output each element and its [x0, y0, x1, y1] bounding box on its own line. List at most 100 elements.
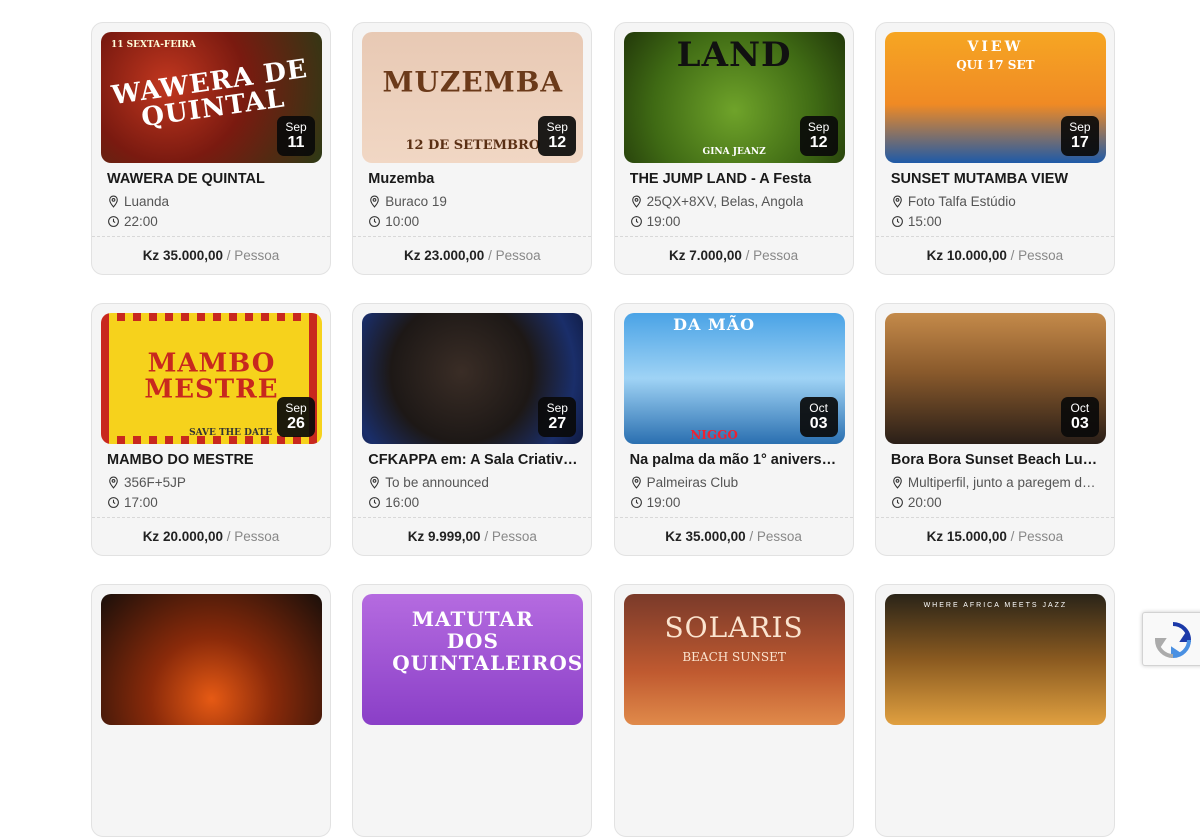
divider [353, 517, 592, 518]
event-card[interactable]: VIEW QUI 17 SET Sep 17 SUNSET MUTAMBA VI… [874, 22, 1115, 275]
divider [875, 236, 1114, 237]
price-value: Kz 15.000,00 [926, 529, 1007, 544]
location-pin-icon [631, 195, 641, 208]
event-image[interactable]: SOLARIS BEACH SUNSET [623, 594, 845, 725]
event-image[interactable]: MATUTAR DOS QUINTALEIROS [362, 594, 584, 725]
event-title[interactable]: SUNSET MUTAMBA VIEW [891, 171, 1103, 187]
event-image[interactable] [101, 594, 322, 725]
price-value: Kz 9.999,00 [407, 529, 481, 544]
events-grid: WAWERA DE QUINTAL 11 SEXTA-FEIRA Sep 11 … [91, 22, 1115, 837]
event-card[interactable]: MATUTAR DOS QUINTALEIROS [352, 584, 593, 837]
event-location: 25QX+8XV, Belas, Angola [630, 194, 842, 209]
price-value: Kz 20.000,00 [142, 529, 223, 544]
date-month: Sep [546, 401, 568, 415]
event-card[interactable]: LAND GINA JEANZ Sep 12 THE JUMP LAND - A… [613, 22, 854, 275]
date-badge: Sep 27 [538, 397, 577, 437]
event-title[interactable]: WAWERA DE QUINTAL [107, 171, 319, 187]
event-time-text: 16:00 [385, 495, 420, 510]
event-location: Luanda [107, 194, 319, 209]
event-image[interactable]: Oct 03 [884, 313, 1106, 444]
event-price: Kz 9.999,00 / Pessoa [353, 529, 591, 544]
date-month: Sep [546, 120, 568, 134]
date-badge: Oct 03 [1060, 397, 1099, 437]
event-time-text: 10:00 [385, 214, 420, 229]
event-image[interactable]: DA MÃO NIGGO Oct 03 [623, 313, 845, 444]
event-time: 15:00 [891, 214, 1103, 229]
event-location: Palmeiras Club [630, 475, 842, 490]
recaptcha-badge[interactable] [1142, 612, 1200, 666]
date-month: Oct [809, 401, 828, 415]
clock-icon [891, 497, 903, 508]
event-card[interactable]: WHERE AFRICA MEETS JAZZ [874, 584, 1115, 837]
event-art-text: DA MÃO [673, 315, 756, 334]
event-image[interactable]: WAWERA DE QUINTAL 11 SEXTA-FEIRA Sep 11 [101, 32, 322, 163]
event-card[interactable]: DA MÃO NIGGO Oct 03 Na palma da mão 1° a… [613, 303, 854, 556]
date-month: Sep [285, 120, 307, 134]
date-month: Oct [1070, 401, 1090, 415]
clock-icon [369, 216, 381, 227]
date-day: 26 [287, 415, 305, 432]
event-art-subtext: SAVE THE DATE [189, 428, 272, 438]
price-value: Kz 23.000,00 [403, 248, 485, 263]
event-time-text: 19:00 [646, 495, 681, 510]
price-unit: / Pessoa [226, 248, 280, 263]
event-title[interactable]: Bora Bora Sunset Beach Luanda [891, 452, 1103, 468]
event-image[interactable]: Sep 27 [362, 313, 584, 444]
event-title[interactable]: Muzemba [368, 171, 580, 187]
event-location-text: Luanda [124, 194, 170, 209]
date-day: 27 [548, 415, 567, 432]
event-image[interactable]: WHERE AFRICA MEETS JAZZ [884, 594, 1106, 725]
date-day: 17 [1070, 134, 1089, 151]
location-pin-icon [893, 476, 902, 489]
event-time: 16:00 [368, 495, 580, 510]
event-card[interactable]: Oct 03 Bora Bora Sunset Beach Luanda Mul… [874, 303, 1115, 556]
recaptcha-icon [1154, 622, 1192, 659]
event-title[interactable]: Na palma da mão 1° aniversário [630, 452, 842, 468]
event-price: Kz 23.000,00 / Pessoa [353, 248, 591, 263]
divider [614, 517, 853, 518]
location-pin-icon [631, 476, 641, 489]
event-card[interactable]: MUZEMBA 12 DE SETEMBRO Sep 12 Muzemba Bu… [352, 22, 593, 275]
event-title[interactable]: CFKAPPA em: A Sala Criativa [Edição Espe… [368, 452, 580, 468]
event-location-text: 25QX+8XV, Belas, Angola [646, 194, 804, 209]
event-image[interactable]: MAMBO MESTRE SAVE THE DATE Sep 26 [101, 313, 322, 444]
event-image[interactable]: VIEW QUI 17 SET Sep 17 [884, 32, 1106, 163]
event-location-text: To be announced [385, 475, 489, 490]
event-title[interactable]: THE JUMP LAND - A Festa [630, 171, 842, 187]
location-pin-icon [109, 476, 118, 489]
event-card[interactable] [91, 584, 331, 837]
location-pin-icon [370, 476, 380, 489]
event-art-text: VIEW [967, 39, 1024, 55]
date-badge: Sep 11 [277, 116, 315, 156]
date-day: 03 [1070, 415, 1089, 432]
date-badge: Sep 17 [1060, 116, 1099, 156]
event-location: Multiperfil, junto a paregem do autocarr… [891, 475, 1103, 490]
date-month: Sep [807, 120, 830, 134]
date-day: 12 [809, 134, 828, 151]
event-art-subtext: 11 SEXTA-FEIRA [111, 40, 196, 50]
divider [92, 236, 330, 237]
event-location: 356F+5JP [107, 475, 319, 490]
event-card[interactable]: MAMBO MESTRE SAVE THE DATE Sep 26 MAMBO … [91, 303, 331, 556]
event-time-text: 17:00 [124, 495, 158, 510]
event-image[interactable]: MUZEMBA 12 DE SETEMBRO Sep 12 [362, 32, 584, 163]
clock-icon [108, 216, 119, 227]
date-badge: Sep 12 [799, 116, 838, 156]
event-card[interactable]: SOLARIS BEACH SUNSET [613, 584, 854, 837]
event-card[interactable]: Sep 27 CFKAPPA em: A Sala Criativa [Ediç… [352, 303, 593, 556]
event-location: Foto Talfa Estúdio [891, 194, 1103, 209]
divider [92, 517, 330, 518]
divider [614, 236, 853, 237]
event-location-text: 356F+5JP [124, 475, 186, 490]
divider [875, 517, 1114, 518]
event-title[interactable]: MAMBO DO MESTRE [107, 452, 319, 468]
event-art-text: MATUTAR DOS QUINTALEIROS [392, 607, 584, 675]
event-location: To be announced [368, 475, 580, 490]
event-art-subtext: BEACH SUNSET [682, 650, 786, 664]
event-time-text: 15:00 [907, 214, 942, 229]
event-art-text: MAMBO MESTRE [144, 347, 279, 404]
event-price: Kz 7.000,00 / Pessoa [615, 248, 853, 263]
date-badge: Oct 03 [799, 397, 838, 437]
event-card[interactable]: WAWERA DE QUINTAL 11 SEXTA-FEIRA Sep 11 … [91, 22, 331, 275]
event-image[interactable]: LAND GINA JEANZ Sep 12 [623, 32, 845, 163]
